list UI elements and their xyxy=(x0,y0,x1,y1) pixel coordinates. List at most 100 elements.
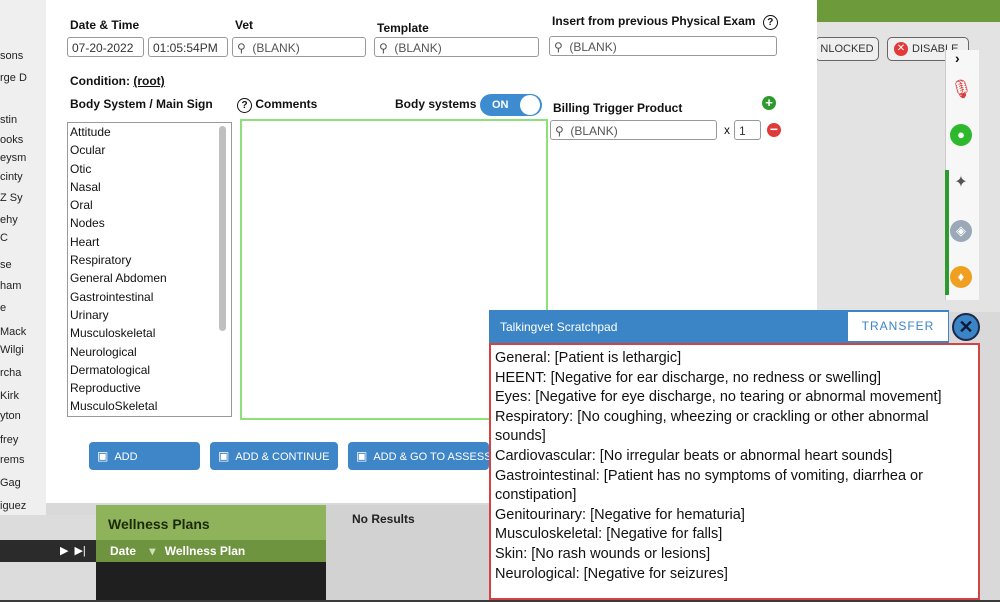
patient-list-item[interactable]: Wilgi xyxy=(0,340,46,360)
patient-list-item[interactable]: eysm xyxy=(0,148,46,168)
quantity-input[interactable]: 1 xyxy=(734,120,761,140)
sort-icon: ▾ xyxy=(149,544,156,558)
template-label: Template xyxy=(377,21,429,35)
body-system-item[interactable]: Musculoskeletal xyxy=(68,324,231,342)
add-billing-icon[interactable]: + xyxy=(762,96,776,110)
search-icon: ⚲ xyxy=(237,41,246,55)
search-icon: ⚲ xyxy=(555,124,564,138)
body-system-item[interactable]: Gastrointestinal xyxy=(68,288,231,306)
body-system-item[interactable]: Nodes xyxy=(68,214,231,232)
add-goto-assessment-button[interactable]: ▣ADD & GO TO ASSESSMENT xyxy=(348,442,489,470)
save-goto-icon: ▣ xyxy=(356,449,368,463)
save-icon: ▣ xyxy=(97,449,109,463)
body-system-item[interactable]: Nasal xyxy=(68,178,231,196)
body-system-item[interactable]: MusculoSkeletal xyxy=(68,397,231,415)
patient-list-item[interactable]: ooks xyxy=(0,130,46,150)
chevron-right-icon[interactable]: › xyxy=(955,50,960,66)
unlocked-button[interactable]: NLOCKED xyxy=(815,37,879,61)
template-lookup[interactable]: ⚲ (BLANK) xyxy=(374,37,539,57)
body-system-item[interactable]: Ocular xyxy=(68,141,231,159)
add-button[interactable]: ▣ ADD xyxy=(89,442,200,470)
body-system-item[interactable]: Oral xyxy=(68,196,231,214)
patient-list-item[interactable]: Z Sy xyxy=(0,188,46,208)
body-systems-toggle-label: Body systems xyxy=(395,97,477,111)
side-green-indicator xyxy=(945,170,949,295)
patient-list-item[interactable]: cinty xyxy=(0,167,46,187)
wellness-col-date[interactable]: Date xyxy=(110,544,136,558)
patient-list-item[interactable]: rge D xyxy=(0,68,46,88)
body-system-item[interactable]: Dermatological xyxy=(68,361,231,379)
body-system-item[interactable]: Urinary xyxy=(68,306,231,324)
search-icon: ⚲ xyxy=(554,40,563,54)
billing-label: Billing Trigger Product xyxy=(553,101,683,115)
patient-list-item[interactable]: Kirk xyxy=(0,386,46,406)
x-circle-icon: ✕ xyxy=(894,42,908,57)
patient-list-item[interactable]: ehy xyxy=(0,210,46,230)
compass-icon[interactable]: ◈ xyxy=(950,220,972,242)
scratchpad-line: HEENT: [Negative for ear discharge, no r… xyxy=(495,369,882,386)
scratchpad-line: Gastrointestinal: [Patient has no sympto… xyxy=(495,467,923,504)
top-header-bar xyxy=(815,0,1000,22)
body-system-item[interactable]: Otic xyxy=(68,160,231,178)
patient-list-item[interactable]: Mack xyxy=(0,322,46,342)
vet-label: Vet xyxy=(235,18,254,32)
patient-list-item[interactable]: sons xyxy=(0,46,46,66)
patient-list-item[interactable]: ham xyxy=(0,276,46,296)
vet-lookup[interactable]: ⚲ (BLANK) xyxy=(232,37,366,57)
microphone-icon[interactable]: 🎙 xyxy=(950,78,973,100)
patient-list-item[interactable]: stin xyxy=(0,110,46,130)
comments-label: ? Comments xyxy=(237,97,317,113)
quantity-prefix: x xyxy=(724,123,730,137)
magic-wand-icon[interactable]: ✦ xyxy=(950,172,972,194)
body-system-item[interactable]: Neurological xyxy=(68,343,231,361)
vet-value: (BLANK) xyxy=(252,41,300,55)
list-scrollbar[interactable] xyxy=(219,126,226,331)
bulb-icon[interactable]: ♦ xyxy=(950,266,972,288)
chat-icon[interactable]: ● xyxy=(950,124,972,146)
scratchpad-line: Genitourinary: [Negative for hematuria] xyxy=(495,506,745,523)
patient-list-item[interactable]: e xyxy=(0,298,46,318)
patient-list-item[interactable]: Gag xyxy=(0,473,46,493)
body-system-label: Body System / Main Sign xyxy=(70,97,213,111)
patient-list-item[interactable]: C xyxy=(0,228,46,248)
patient-list-item[interactable]: rcha xyxy=(0,363,46,383)
scratchpad-line: Skin: [No rash wounds or lesions] xyxy=(495,545,711,562)
scratchpad-line: Eyes: [Negative for eye discharge, no te… xyxy=(495,389,942,406)
body-system-item[interactable]: Attitude xyxy=(68,123,231,141)
body-system-list[interactable]: Attitude Ocular Otic Nasal Oral Nodes Heart Res… xyxy=(67,122,232,417)
patient-list-item[interactable]: iguez xyxy=(0,496,46,516)
body-system-item[interactable]: Heart xyxy=(68,233,231,251)
billing-lookup[interactable]: ⚲ (BLANK) xyxy=(550,120,717,140)
help-icon[interactable]: ? xyxy=(762,15,778,30)
remove-billing-icon[interactable]: − xyxy=(767,122,781,137)
insert-previous-lookup[interactable]: ⚲ (BLANK) xyxy=(549,36,777,56)
condition-root-link[interactable]: (root) xyxy=(133,74,164,88)
patient-list-item[interactable]: frey xyxy=(0,430,46,450)
wellness-col-plan[interactable]: Wellness Plan xyxy=(165,544,245,558)
insert-previous-label: Insert from previous Physical Exam ? xyxy=(552,14,778,30)
scratchpad-textarea[interactable]: General: [Patient is lethargic] HEENT: [N… xyxy=(489,343,980,600)
help-icon[interactable]: ? xyxy=(237,98,252,113)
time-input[interactable]: 01:05:54PM xyxy=(148,37,228,57)
body-system-item[interactable]: Respiratory xyxy=(68,251,231,269)
wellness-empty-row xyxy=(96,562,326,600)
wellness-title: Wellness Plans xyxy=(108,516,210,532)
search-icon: ⚲ xyxy=(379,41,388,55)
toggle-knob[interactable] xyxy=(520,95,540,115)
date-input[interactable]: 07-20-2022 xyxy=(67,37,144,57)
save-continue-icon: ▣ xyxy=(218,449,230,463)
add-continue-button[interactable]: ▣ ADD & CONTINUE xyxy=(210,442,338,470)
body-system-item[interactable]: Reproductive xyxy=(68,379,231,397)
close-icon[interactable]: ✕ xyxy=(952,313,980,341)
scratchpad-line: Respiratory: [No coughing, wheezing or c… xyxy=(495,408,929,445)
template-value: (BLANK) xyxy=(394,41,442,55)
pager-bar[interactable]: ▶ ▶| xyxy=(0,540,96,562)
body-system-item[interactable]: General Abdomen xyxy=(68,269,231,287)
transfer-button[interactable]: TRANSFER xyxy=(848,312,948,341)
patient-list-item[interactable]: yton xyxy=(0,406,46,426)
billing-value: (BLANK) xyxy=(570,124,618,138)
condition-label: Condition: (root) xyxy=(70,74,165,88)
patient-list-item[interactable]: rems xyxy=(0,450,46,470)
toggle-state: ON xyxy=(492,99,509,111)
patient-list-item[interactable]: se xyxy=(0,255,46,275)
